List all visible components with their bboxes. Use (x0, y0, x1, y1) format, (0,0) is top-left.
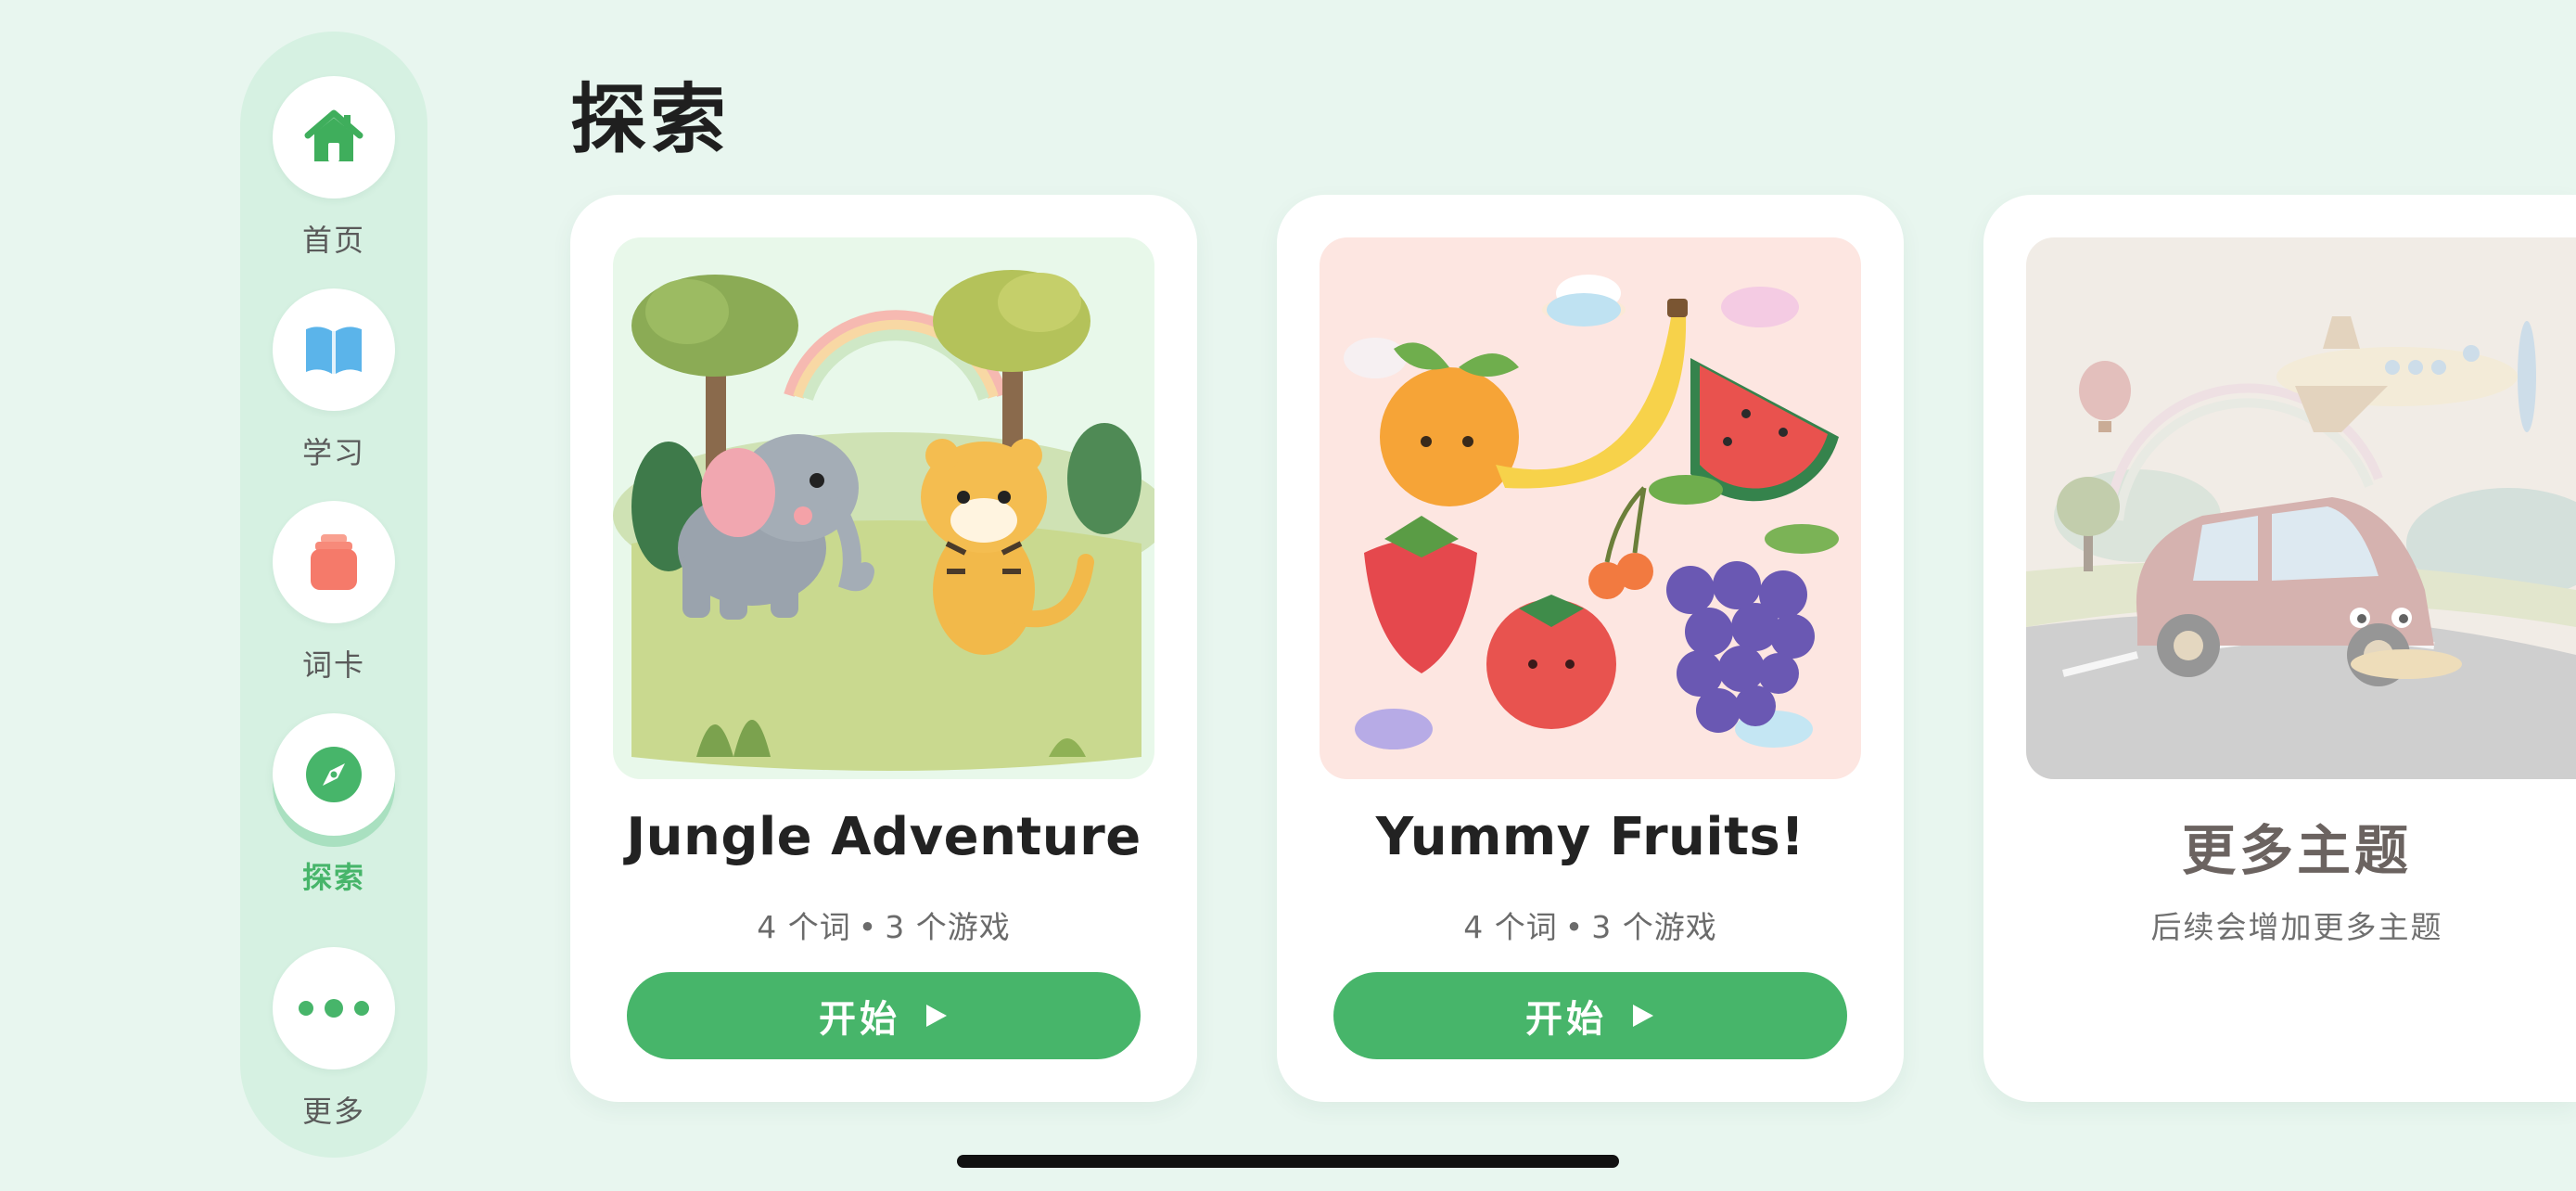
home-icon-button[interactable] (273, 76, 395, 198)
home-indicator[interactable] (957, 1155, 1619, 1168)
cards-icon (311, 534, 357, 590)
sidebar-item-label: 学习 (301, 435, 365, 470)
more-icon-button[interactable] (273, 947, 395, 1069)
meta-separator: • (1564, 909, 1585, 945)
play-icon (926, 1005, 947, 1027)
meta-separator: • (858, 909, 878, 945)
home-icon (304, 109, 363, 161)
sidebar-item-home[interactable]: 首页 (240, 76, 427, 262)
theme-card-more: 更多主题 后续会增加更多主题 (1983, 195, 2576, 1102)
book-icon (306, 327, 362, 374)
sidebar-item-more[interactable]: 更多 (240, 947, 427, 1133)
start-button[interactable]: 开始 (1333, 972, 1847, 1059)
more-themes-subtitle: 后续会增加更多主题 (2150, 909, 2443, 945)
sidebar-item-label: 探索 (301, 860, 365, 895)
word-count: 4 个词 (1463, 909, 1558, 945)
cards-icon-button[interactable] (273, 501, 395, 623)
sidebar-item-cards[interactable]: 词卡 (240, 501, 427, 686)
fruits-illustration (1320, 237, 1861, 779)
start-button[interactable]: 开始 (627, 972, 1141, 1059)
theme-card-jungle[interactable]: Jungle Adventure 4 个词 • 3 个游戏 开始 (570, 195, 1197, 1102)
sidebar-item-learn[interactable]: 学习 (240, 288, 427, 474)
card-title: Jungle Adventure (626, 807, 1141, 867)
game-count: 3 个游戏 (1591, 909, 1717, 945)
sidebar-item-label: 更多 (301, 1094, 365, 1129)
play-icon (1633, 1005, 1653, 1027)
more-dots-icon (299, 999, 369, 1018)
page-title: 探索 (570, 76, 731, 164)
car-plane-illustration (2026, 237, 2576, 779)
jungle-illustration (613, 237, 1154, 779)
book-icon-button[interactable] (273, 288, 395, 411)
sidebar: 首页 学习 词卡 探索 更多 (240, 32, 427, 1158)
sidebar-item-explore[interactable]: 探索 (240, 713, 427, 899)
compass-icon (306, 747, 362, 802)
sidebar-item-label: 首页 (301, 223, 365, 258)
more-themes-title: 更多主题 (2181, 819, 2412, 882)
compass-icon-button[interactable] (273, 713, 395, 836)
word-count: 4 个词 (757, 909, 851, 945)
start-button-label: 开始 (1525, 998, 1607, 1041)
card-meta: 4 个词 • 3 个游戏 (1277, 903, 1904, 947)
sidebar-item-label: 词卡 (301, 647, 365, 683)
card-title: Yummy Fruits! (1375, 807, 1805, 867)
theme-card-fruits[interactable]: Yummy Fruits! 4 个词 • 3 个游戏 开始 (1277, 195, 1904, 1102)
card-meta: 4 个词 • 3 个游戏 (570, 903, 1197, 947)
game-count: 3 个游戏 (885, 909, 1011, 945)
start-button-label: 开始 (819, 998, 900, 1041)
